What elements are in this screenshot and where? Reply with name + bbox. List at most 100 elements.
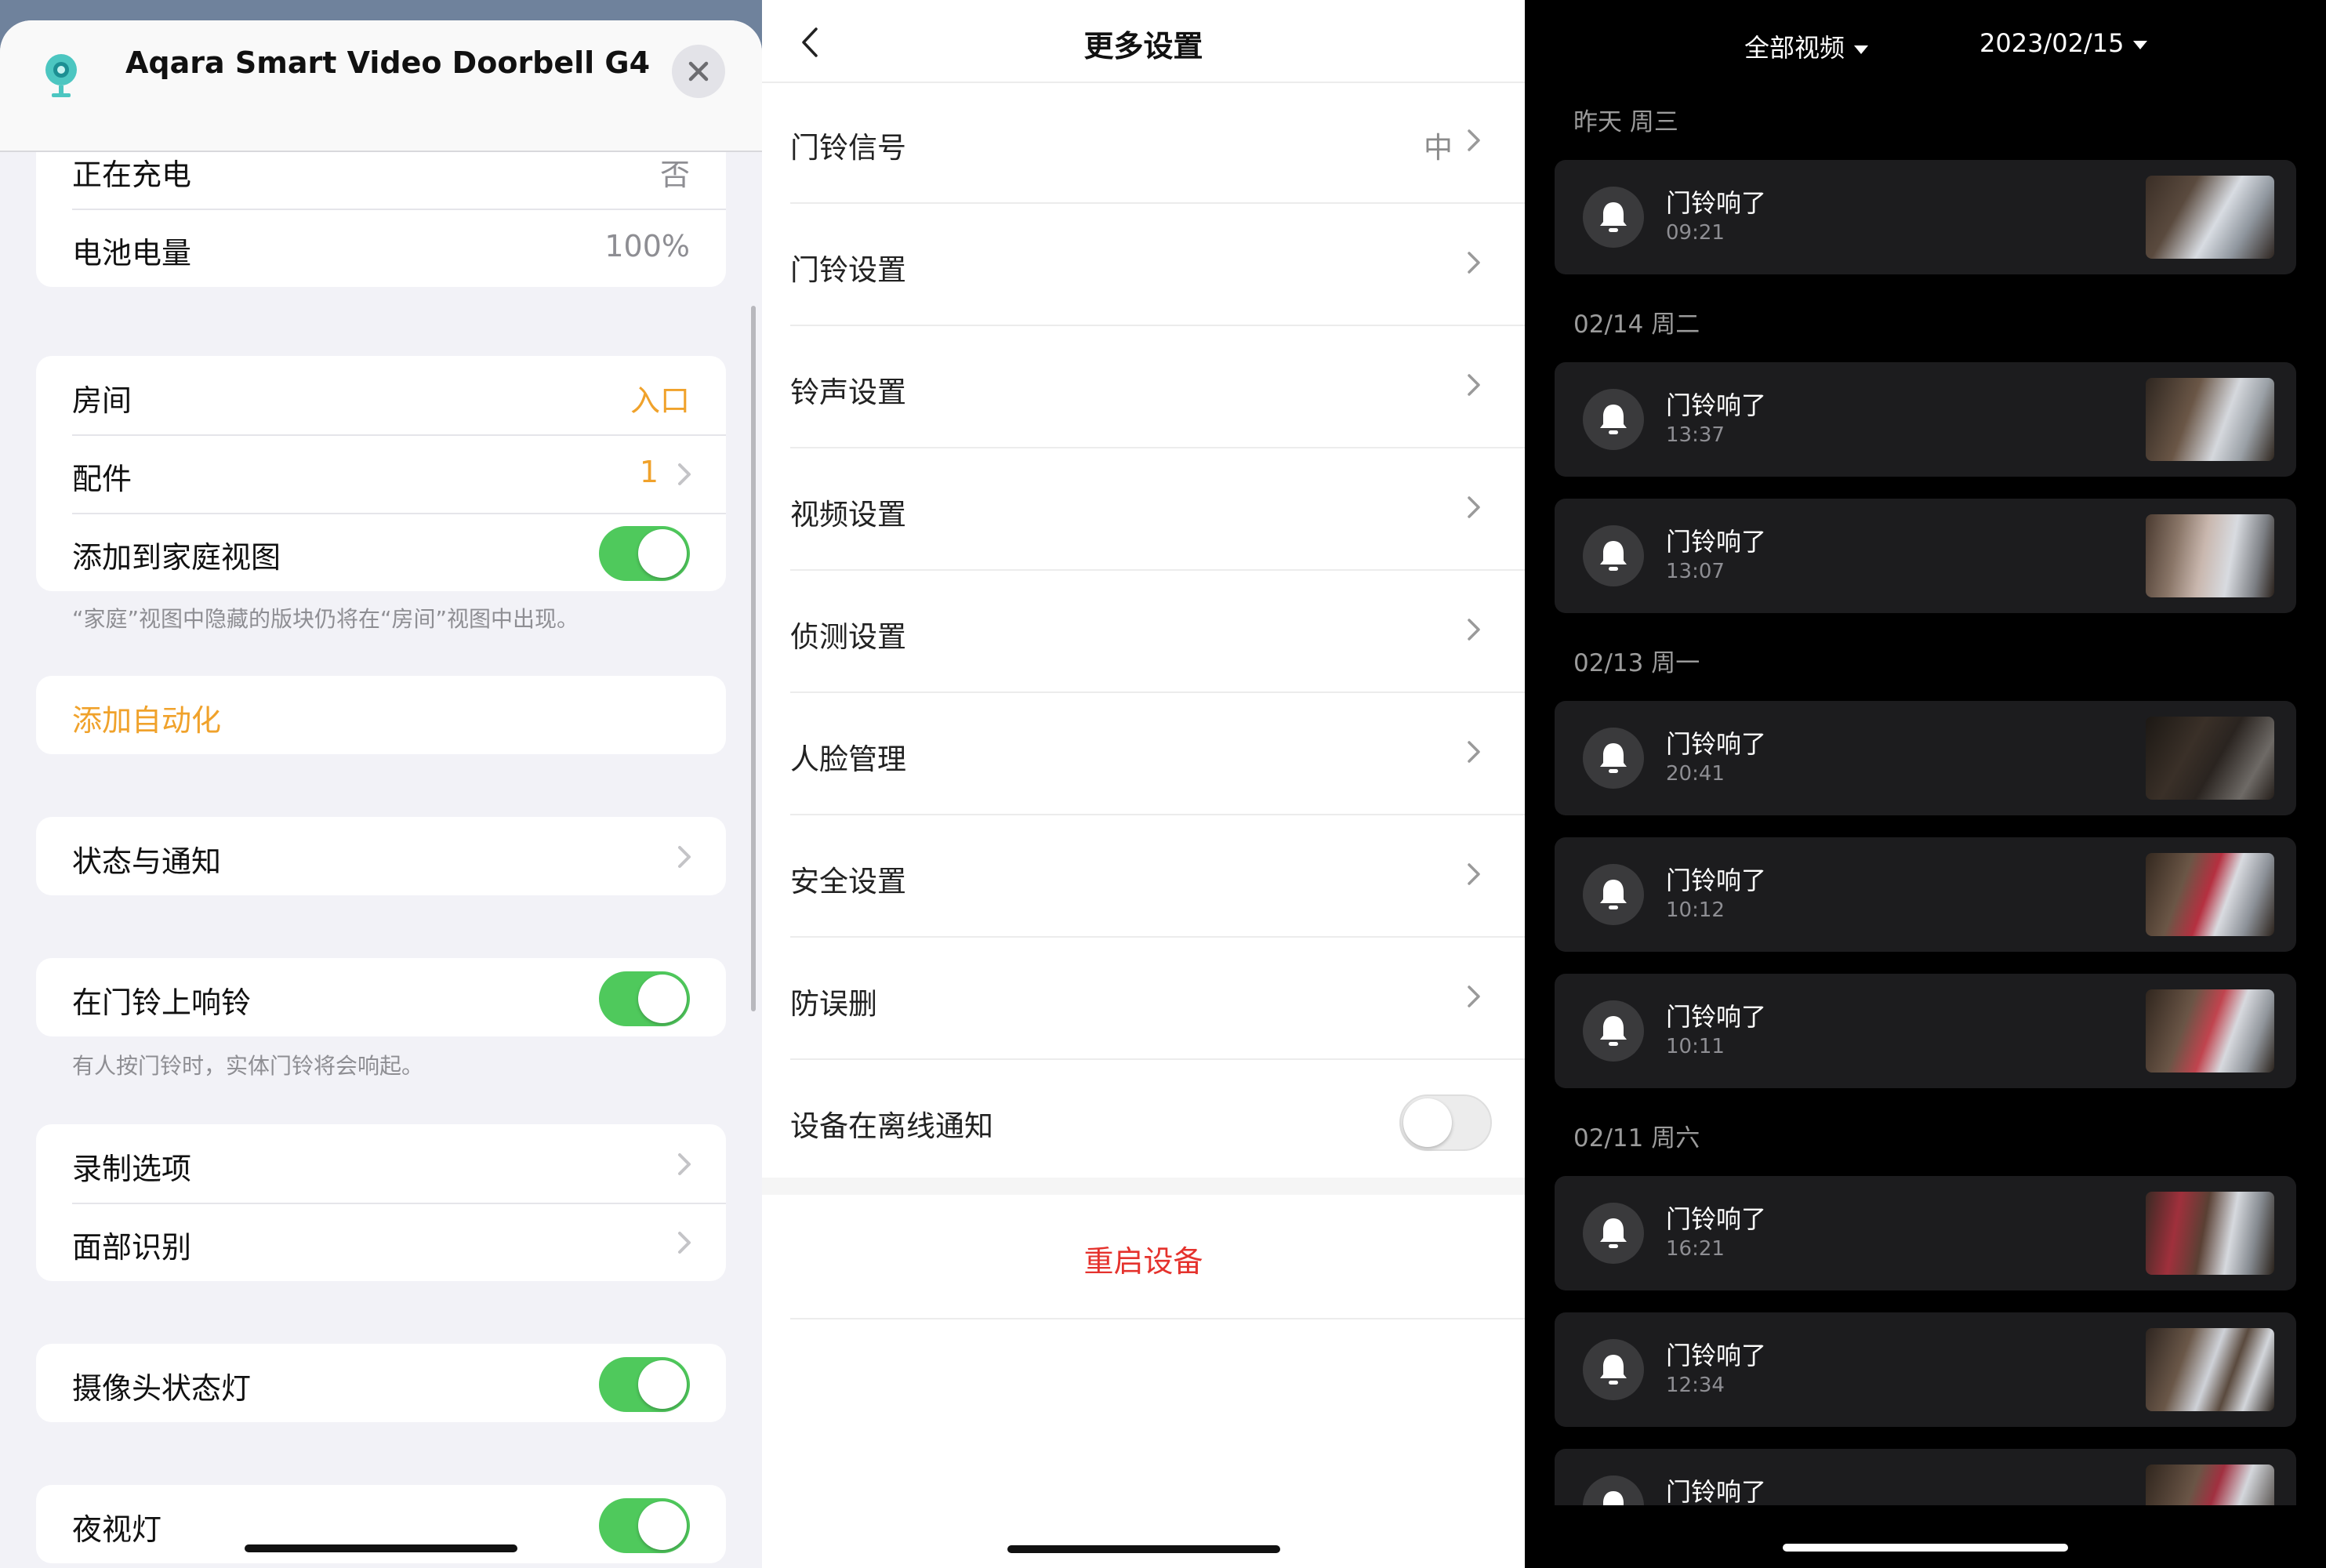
night-light-toggle[interactable]: [599, 1498, 690, 1553]
event-card[interactable]: 门铃响了 12:34: [1555, 1312, 2296, 1427]
settings-row-video[interactable]: 视频设置: [790, 448, 1525, 571]
settings-row-label: 视频设置: [790, 498, 906, 532]
bell-icon: [1583, 1339, 1644, 1400]
chime-group: 在门铃上响铃: [36, 958, 726, 1036]
home-indicator: [1783, 1544, 2068, 1552]
video-type-filter[interactable]: 全部视频: [1744, 28, 1869, 64]
accessory-label: 配件: [72, 462, 132, 496]
settings-row-ringtone[interactable]: 铃声设置: [790, 326, 1525, 448]
automation-group[interactable]: 添加自动化: [36, 676, 726, 754]
event-time: 16:21: [1666, 1237, 1725, 1261]
settings-row-detection[interactable]: 侦测设置: [790, 571, 1525, 693]
chevron-right-icon: [678, 463, 691, 485]
toggle-knob: [638, 529, 687, 578]
settings-row-label: 门铃设置: [790, 253, 906, 287]
face-row[interactable]: 面部识别: [36, 1203, 726, 1281]
settings-row-doorbell[interactable]: 门铃设置: [790, 204, 1525, 326]
settings-row-face[interactable]: 人脸管理: [790, 693, 1525, 815]
chevron-right-icon: [1468, 985, 1480, 1007]
status-notify-row[interactable]: 状态与通知: [36, 817, 726, 895]
chevron-right-icon: [1468, 129, 1480, 151]
settings-row-signal[interactable]: 门铃信号 中: [790, 82, 1525, 204]
add-automation-button[interactable]: 添加自动化: [72, 696, 221, 739]
battery-row: 电池电量 100%: [36, 209, 726, 287]
video-thumbnail: [2146, 989, 2274, 1073]
day-header: 02/14 周二: [1573, 310, 1700, 339]
event-card[interactable]: 门铃响了 10:12: [1555, 837, 2296, 952]
home-app-panel: Aqara Smart Video Doorbell G4 正在充电 否 电池电…: [0, 0, 762, 1568]
add-home-row: 添加到家庭视图: [36, 513, 726, 591]
offline-toggle[interactable]: [1399, 1094, 1492, 1151]
event-card[interactable]: 门铃响了 13:37: [1555, 362, 2296, 477]
room-row[interactable]: 房间 入口: [36, 356, 726, 434]
sheet-header: Aqara Smart Video Doorbell G4: [0, 20, 762, 152]
chevron-right-icon: [1468, 619, 1480, 641]
restart-button[interactable]: 重启设备: [762, 1237, 1525, 1280]
battery-value: 100%: [604, 229, 690, 263]
event-card[interactable]: 门铃响了 13:07: [1555, 499, 2296, 613]
event-title: 门铃响了: [1666, 866, 1767, 895]
settings-row-security[interactable]: 安全设置: [790, 815, 1525, 938]
event-time: 10:11: [1666, 1035, 1725, 1058]
bell-icon: [1583, 1203, 1644, 1264]
toggle-knob: [638, 975, 687, 1023]
settings-row-label: 防误删: [790, 987, 877, 1021]
bell-icon: [1583, 1000, 1644, 1062]
close-button[interactable]: [672, 45, 725, 98]
close-icon: [688, 61, 709, 82]
more-settings-panel: 更多设置 门铃信号 中 门铃设置 铃声设置 视频设置 侦测设置 人脸管理 安全设…: [762, 0, 1525, 1568]
chevron-right-icon: [678, 1232, 691, 1254]
day-header: 昨天 周三: [1573, 108, 1678, 136]
event-card[interactable]: 门铃响了 09:21: [1555, 160, 2296, 274]
chime-toggle[interactable]: [599, 971, 690, 1026]
settings-row-label: 门铃信号: [790, 131, 906, 165]
event-card[interactable]: 门铃响了 10:11: [1555, 974, 2296, 1088]
event-card[interactable]: 门铃响了 16:21: [1555, 1176, 2296, 1290]
date-filter[interactable]: 2023/02/15: [1979, 28, 2148, 58]
night-light-label: 夜视灯: [72, 1512, 162, 1547]
date-label: 2023/02/15: [1979, 28, 2125, 58]
battery-group: 正在充电 否 电池电量 100%: [36, 130, 726, 287]
event-title: 门铃响了: [1666, 188, 1767, 218]
event-title: 门铃响了: [1666, 1477, 1767, 1507]
camera-light-toggle[interactable]: [599, 1357, 690, 1412]
scroll-indicator[interactable]: [751, 306, 756, 1011]
battery-label: 电池电量: [72, 236, 192, 270]
device-detail-sheet: Aqara Smart Video Doorbell G4 正在充电 否 电池电…: [0, 20, 762, 1568]
accessory-row[interactable]: 配件 1: [36, 434, 726, 513]
video-type-label: 全部视频: [1744, 33, 1845, 63]
event-card[interactable]: 门铃响了 20:41: [1555, 701, 2296, 815]
offline-label: 设备在离线通知: [790, 1109, 993, 1143]
chime-note: 有人按门铃时，实体门铃将会响起。: [72, 1053, 424, 1079]
event-title: 门铃响了: [1666, 1341, 1767, 1370]
caret-down-icon: [2133, 40, 2148, 49]
home-view-note: “家庭”视图中隐藏的版块仍将在“房间”视图中出现。: [72, 606, 579, 632]
doorbell-camera-icon: [45, 54, 77, 97]
settings-row-label: 侦测设置: [790, 620, 906, 654]
add-home-toggle[interactable]: [599, 526, 690, 581]
event-time: 09:21: [1666, 221, 1725, 245]
event-title: 门铃响了: [1666, 1204, 1767, 1234]
recording-row[interactable]: 录制选项: [36, 1124, 726, 1203]
settings-row-anti-delete[interactable]: 防误删: [790, 938, 1525, 1060]
video-thumbnail: [2146, 1328, 2274, 1411]
event-title: 门铃响了: [1666, 527, 1767, 557]
video-thumbnail: [2146, 717, 2274, 800]
bottom-area: [1525, 1505, 2326, 1568]
video-thumbnail: [2146, 378, 2274, 461]
recording-label: 录制选项: [72, 1152, 192, 1186]
settings-row-label: 人脸管理: [790, 742, 906, 776]
video-thumbnail: [2146, 514, 2274, 597]
home-indicator: [1007, 1545, 1280, 1553]
event-title: 门铃响了: [1666, 390, 1767, 420]
camera-light-label: 摄像头状态灯: [72, 1371, 252, 1406]
event-title: 门铃响了: [1666, 1002, 1767, 1032]
charging-label: 正在充电: [72, 158, 192, 192]
settings-row-label: 铃声设置: [790, 376, 906, 409]
home-indicator: [245, 1544, 517, 1552]
settings-row-label: 安全设置: [790, 865, 906, 898]
toggle-knob: [638, 1360, 687, 1409]
face-label: 面部识别: [72, 1230, 192, 1265]
chevron-right-icon: [1468, 374, 1480, 396]
room-label: 房间: [72, 383, 132, 418]
